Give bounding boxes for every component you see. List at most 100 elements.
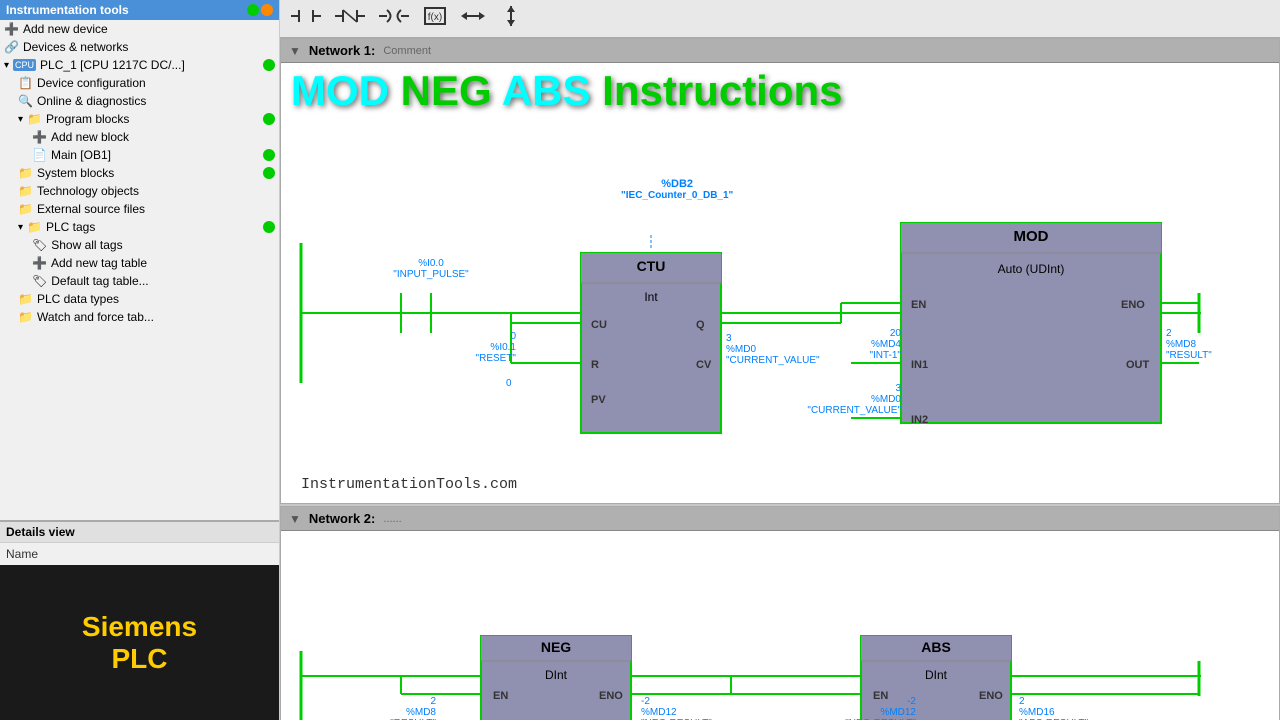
sidebar-title: Instrumentation tools: [6, 3, 129, 17]
sidebar: Instrumentation tools ➕Add new device🔗De…: [0, 0, 280, 720]
status-dot-green: [247, 4, 259, 16]
network2-svg: NEG DInt EN ENO IN OUT: [281, 531, 1231, 720]
siemens-logo: Siemens PLC: [0, 565, 279, 720]
sidebar-header: Instrumentation tools: [0, 0, 279, 20]
website-label: InstrumentationTools.com: [301, 476, 517, 493]
network1-panel: ▼ Network 1: Comment MOD NEG ABS Instruc…: [280, 38, 1280, 504]
devices-networks-icon: 🔗: [4, 40, 19, 54]
sidebar-item-online-diag[interactable]: 🔍Online & diagnostics: [0, 92, 279, 110]
tag-input-pulse: %I0.0 "INPUT_PULSE": [391, 258, 471, 280]
tag-md4-address: %MD4: [806, 339, 901, 350]
tag-pv: 0: [506, 378, 512, 389]
plc1-status-dot: [263, 59, 275, 71]
default-tag-table-icon: 🏷: [32, 274, 47, 288]
tag-n2-md12-in-address: %MD12: [811, 707, 916, 718]
sidebar-item-devices-networks[interactable]: 🔗Devices & networks: [0, 38, 279, 56]
sidebar-item-add-device[interactable]: ➕Add new device: [0, 20, 279, 38]
main-area: f(x) ▼ Network 1: Commen: [280, 0, 1280, 720]
sidebar-item-plc-data-types[interactable]: 📁PLC data types: [0, 290, 279, 308]
svg-text:CTU: CTU: [637, 258, 666, 274]
sidebar-item-plc1[interactable]: ▾CPUPLC_1 [CPU 1217C DC/...]: [0, 56, 279, 74]
tag-n2-md12-out-value: -2: [641, 696, 712, 707]
watch-force-label: Watch and force tab...: [37, 310, 154, 324]
plc-tags-label: PLC tags: [46, 220, 95, 234]
sidebar-item-device-config[interactable]: 📋Device configuration: [0, 74, 279, 92]
network2-content: NEG DInt EN ENO IN OUT: [281, 531, 1279, 720]
plc-tags-status-dot: [263, 221, 275, 233]
sidebar-item-system-blocks[interactable]: 📁System blocks: [0, 164, 279, 182]
svg-text:Int: Int: [644, 290, 658, 304]
svg-text:IN2: IN2: [911, 414, 928, 426]
main-ob1-icon: 📄: [32, 148, 47, 162]
svg-text:f(x): f(x): [428, 12, 442, 23]
tag-n2-md12-out: -2 %MD12 "NEG-RESULT": [641, 696, 712, 720]
sidebar-tree: ➕Add new device🔗Devices & networks▾CPUPL…: [0, 20, 279, 520]
tag-reset-name: "RESET": [436, 353, 516, 364]
sidebar-item-default-tag-table[interactable]: 🏷 Default tag table...: [0, 272, 279, 290]
expand-vertical-button[interactable]: [494, 3, 528, 34]
db2-name: "IEC_Counter_0_DB_1": [621, 190, 733, 201]
svg-text:ENO: ENO: [1121, 299, 1145, 311]
sidebar-item-program-blocks[interactable]: ▾📁Program blocks: [0, 110, 279, 128]
svg-text:OUT: OUT: [1126, 359, 1150, 371]
network2-dots: ......: [383, 513, 401, 525]
network1-comment: Comment: [383, 45, 431, 57]
tag-n2-md12-in-value: -2: [811, 696, 916, 707]
output-coil-button[interactable]: [374, 3, 414, 34]
program-blocks-label: Program blocks: [46, 112, 129, 126]
function-box-button[interactable]: f(x): [418, 3, 452, 34]
network1-header: ▼ Network 1: Comment: [281, 39, 1279, 63]
add-tag-table-icon: ➕: [32, 256, 47, 270]
device-config-label: Device configuration: [37, 76, 146, 90]
add-device-label: Add new device: [23, 22, 108, 36]
contact-nc-button[interactable]: [330, 3, 370, 34]
main-ob1-label: Main [OB1]: [51, 148, 111, 162]
sidebar-item-main-ob1[interactable]: 📄 Main [OB1]: [0, 146, 279, 164]
sidebar-item-show-all-tags[interactable]: 🏷Show all tags: [0, 236, 279, 254]
network1-label: Network 1:: [309, 43, 375, 58]
tag-n2-md12-in: -2 %MD12 "NEG-RESULT": [811, 696, 916, 720]
default-tag-table-label: Default tag table...: [51, 274, 148, 288]
contact-no-button[interactable]: [286, 3, 326, 34]
svg-text:ENO: ENO: [979, 690, 1003, 702]
tech-objects-label: Technology objects: [37, 184, 139, 198]
sidebar-item-tech-objects[interactable]: 📁Technology objects: [0, 182, 279, 200]
svg-text:NEG: NEG: [541, 639, 571, 655]
diagram-area[interactable]: ▼ Network 1: Comment MOD NEG ABS Instruc…: [280, 38, 1280, 720]
plc1-icon: CPU: [13, 59, 36, 71]
svg-text:EN: EN: [493, 690, 508, 702]
svg-text:ENO: ENO: [599, 690, 623, 702]
expand-horizontal-button[interactable]: [456, 3, 490, 34]
main-ob1-status-dot: [263, 149, 275, 161]
svg-text:R: R: [591, 359, 599, 371]
tag-n2-md8-address: %MD8: [336, 707, 436, 718]
network2-collapse[interactable]: ▼: [289, 512, 301, 526]
sidebar-item-ext-source[interactable]: 📁 External source files: [0, 200, 279, 218]
sidebar-item-watch-force[interactable]: 📁Watch and force tab...: [0, 308, 279, 326]
plc-data-types-icon: 📁: [18, 292, 33, 306]
svg-text:Q: Q: [696, 319, 705, 331]
tag-n2-md16-address: %MD16: [1019, 707, 1088, 718]
sidebar-bottom: Details view Name Siemens PLC: [0, 520, 279, 720]
tag-pv-value: 0: [506, 378, 512, 389]
sidebar-header-icons: [247, 4, 273, 16]
online-diag-label: Online & diagnostics: [37, 94, 146, 108]
svg-text:ABS: ABS: [921, 639, 951, 655]
sidebar-item-add-tag-table[interactable]: ➕Add new tag table: [0, 254, 279, 272]
sidebar-item-add-block[interactable]: ➕Add new block: [0, 128, 279, 146]
ext-source-icon: 📁: [18, 202, 33, 216]
toolbar: f(x): [280, 0, 1280, 38]
system-blocks-icon: 📁: [18, 166, 33, 180]
network2-panel: ▼ Network 2: ......: [280, 506, 1280, 720]
name-field-label: Name: [0, 543, 279, 565]
sidebar-item-plc-tags[interactable]: ▾📁PLC tags: [0, 218, 279, 236]
program-blocks-status-dot: [263, 113, 275, 125]
svg-text:EN: EN: [911, 299, 926, 311]
db2-addr-text: %DB2: [621, 178, 733, 190]
tag-n2-md8-in: 2 %MD8 "RESULT": [336, 696, 436, 720]
network1-collapse[interactable]: ▼: [289, 44, 301, 58]
svg-text:PV: PV: [591, 394, 606, 406]
db2-address: %DB2 "IEC_Counter_0_DB_1": [621, 178, 733, 201]
ext-source-label: External source files: [37, 202, 145, 216]
tag-n2-md16-value: 2: [1019, 696, 1088, 707]
